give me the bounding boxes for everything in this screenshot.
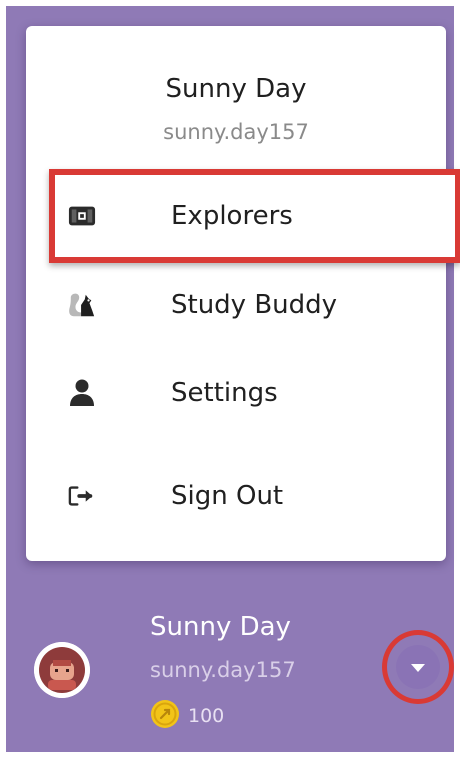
coin-balance: 100 [150,700,224,732]
account-panel: Sunny Day sunny.day157 Explorers Study B… [6,6,460,752]
menu-item-label: Explorers [171,201,293,231]
dropdown-toggle-circle [396,645,440,689]
menu-user-name: Sunny Day [165,74,307,104]
menu-item-label: Study Buddy [171,290,338,320]
menu-item-sign-out[interactable]: Sign Out [26,466,446,526]
account-menu-toggle-button[interactable] [382,630,454,704]
menu-item-explorers[interactable]: Explorers [26,186,446,246]
menu-item-study-buddy[interactable]: Study Buddy [26,275,446,335]
character-avatar-icon [34,642,90,698]
sign-out-icon [68,482,96,510]
coin-count: 100 [188,705,225,727]
avatar[interactable] [34,642,90,698]
profile-name: Sunny Day [150,612,291,642]
squirrel-icon [68,291,96,319]
profile-username: sunny.day157 [150,658,296,682]
menu-item-label: Settings [171,378,278,408]
menu-item-label: Sign Out [171,481,284,511]
treasure-chest-icon [68,202,96,230]
menu-header: Sunny Day sunny.day157 [26,26,446,154]
menu-item-settings[interactable]: Settings [26,363,446,423]
caret-down-icon [410,658,426,677]
person-icon [68,379,96,407]
coin-icon [150,699,180,733]
menu-username: sunny.day157 [163,120,309,144]
account-dropdown-menu: Sunny Day sunny.day157 Explorers Study B… [26,26,460,561]
